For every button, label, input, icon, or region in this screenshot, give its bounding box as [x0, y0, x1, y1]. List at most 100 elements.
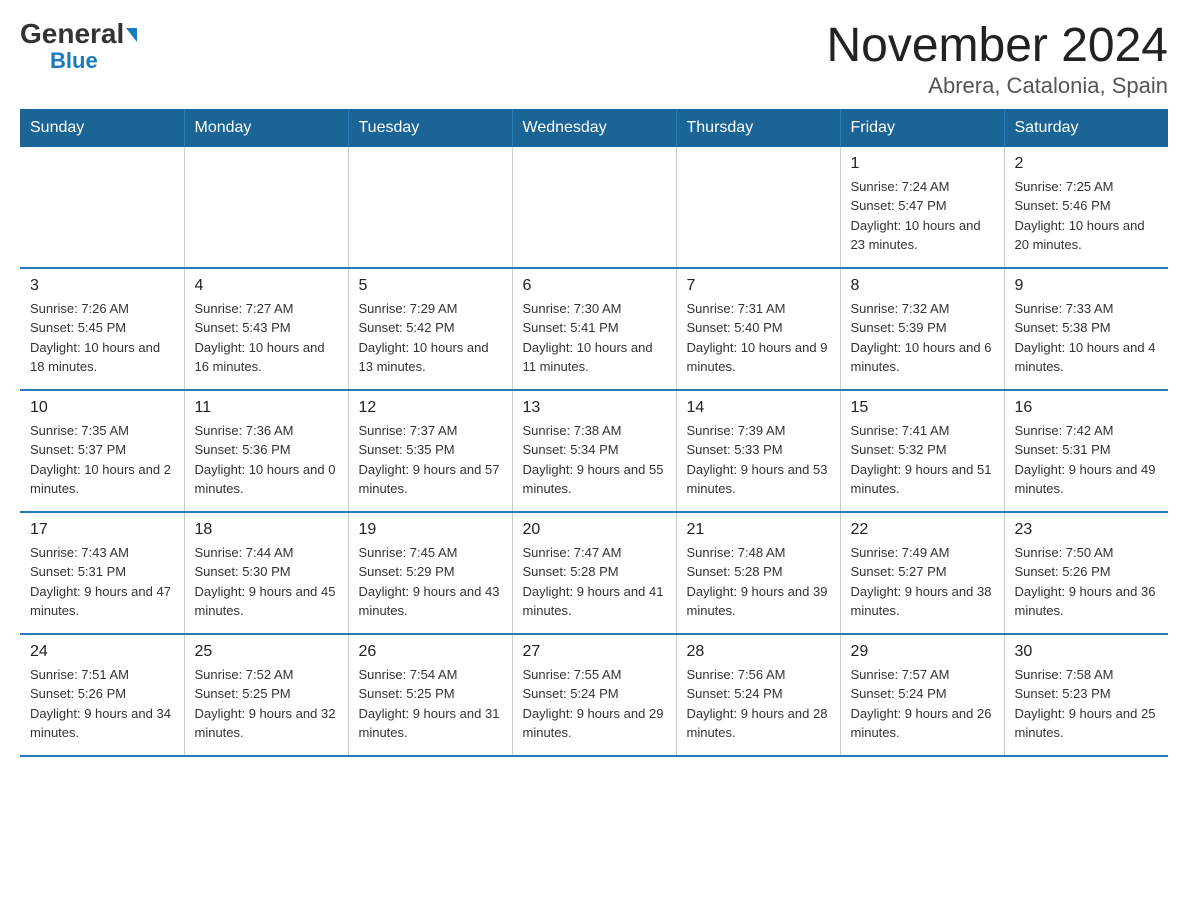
day-number: 22 — [851, 521, 994, 539]
day-number: 28 — [687, 643, 830, 661]
weekday-header-friday: Friday — [840, 109, 1004, 147]
calendar-day-cell: 1 Sunrise: 7:24 AMSunset: 5:47 PMDaylight… — [840, 147, 1004, 268]
weekday-header-thursday: Thursday — [676, 109, 840, 147]
calendar-day-cell: 14 Sunrise: 7:39 AMSunset: 5:33 PMDayligh… — [676, 390, 840, 512]
weekday-header-sunday: Sunday — [20, 109, 184, 147]
day-info: Sunrise: 7:36 AMSunset: 5:36 PMDaylight:… — [195, 421, 338, 499]
calendar-day-cell: 24 Sunrise: 7:51 AMSunset: 5:26 PMDayligh… — [20, 634, 184, 756]
day-info: Sunrise: 7:52 AMSunset: 5:25 PMDaylight:… — [195, 665, 338, 743]
calendar-day-cell: 29 Sunrise: 7:57 AMSunset: 5:24 PMDayligh… — [840, 634, 1004, 756]
calendar-day-cell — [20, 147, 184, 268]
calendar-day-cell: 6 Sunrise: 7:30 AMSunset: 5:41 PMDaylight… — [512, 268, 676, 390]
calendar-day-cell: 9 Sunrise: 7:33 AMSunset: 5:38 PMDaylight… — [1004, 268, 1168, 390]
day-info: Sunrise: 7:31 AMSunset: 5:40 PMDaylight:… — [687, 299, 830, 377]
day-number: 3 — [30, 277, 174, 295]
day-number: 8 — [851, 277, 994, 295]
day-info: Sunrise: 7:24 AMSunset: 5:47 PMDaylight:… — [851, 177, 994, 255]
calendar-week-row: 10Sunrise: 7:35 AMSunset: 5:37 PMDayligh… — [20, 390, 1168, 512]
day-number: 14 — [687, 399, 830, 417]
day-number: 2 — [1015, 155, 1159, 173]
day-number: 1 — [851, 155, 994, 173]
calendar-day-cell — [348, 147, 512, 268]
logo-triangle-icon — [126, 28, 137, 42]
calendar-day-cell: 21 Sunrise: 7:48 AMSunset: 5:28 PMDayligh… — [676, 512, 840, 634]
day-number: 30 — [1015, 643, 1159, 661]
day-info: Sunrise: 7:37 AMSunset: 5:35 PMDaylight:… — [359, 421, 502, 499]
day-info: Sunrise: 7:57 AMSunset: 5:24 PMDaylight:… — [851, 665, 994, 743]
day-number: 29 — [851, 643, 994, 661]
calendar-day-cell: 13 Sunrise: 7:38 AMSunset: 5:34 PMDayligh… — [512, 390, 676, 512]
calendar-day-cell: 17 Sunrise: 7:43 AMSunset: 5:31 PMDayligh… — [20, 512, 184, 634]
day-info: Sunrise: 7:45 AMSunset: 5:29 PMDaylight:… — [359, 543, 502, 621]
day-info: Sunrise: 7:32 AMSunset: 5:39 PMDaylight:… — [851, 299, 994, 377]
day-info: Sunrise: 7:56 AMSunset: 5:24 PMDaylight:… — [687, 665, 830, 743]
calendar-day-cell — [184, 147, 348, 268]
calendar-day-cell: 27 Sunrise: 7:55 AMSunset: 5:24 PMDayligh… — [512, 634, 676, 756]
day-number: 20 — [523, 521, 666, 539]
calendar-day-cell: 12 Sunrise: 7:37 AMSunset: 5:35 PMDayligh… — [348, 390, 512, 512]
day-info: Sunrise: 7:33 AMSunset: 5:38 PMDaylight:… — [1015, 299, 1159, 377]
day-number: 17 — [30, 521, 174, 539]
calendar-week-row: 1 Sunrise: 7:24 AMSunset: 5:47 PMDaylight… — [20, 147, 1168, 268]
weekday-header-wednesday: Wednesday — [512, 109, 676, 147]
calendar-day-cell: 16 Sunrise: 7:42 AMSunset: 5:31 PMDayligh… — [1004, 390, 1168, 512]
calendar-subtitle: Abrera, Catalonia, Spain — [826, 73, 1168, 99]
day-info: Sunrise: 7:38 AMSunset: 5:34 PMDaylight:… — [523, 421, 666, 499]
day-number: 9 — [1015, 277, 1159, 295]
day-info: Sunrise: 7:25 AMSunset: 5:46 PMDaylight:… — [1015, 177, 1159, 255]
weekday-header-row: SundayMondayTuesdayWednesdayThursdayFrid… — [20, 109, 1168, 147]
calendar-day-cell: 28 Sunrise: 7:56 AMSunset: 5:24 PMDayligh… — [676, 634, 840, 756]
calendar-day-cell: 23Sunrise: 7:50 AMSunset: 5:26 PMDayligh… — [1004, 512, 1168, 634]
day-info: Sunrise: 7:43 AMSunset: 5:31 PMDaylight:… — [30, 543, 174, 621]
weekday-header-monday: Monday — [184, 109, 348, 147]
day-number: 24 — [30, 643, 174, 661]
day-number: 13 — [523, 399, 666, 417]
calendar-day-cell: 7Sunrise: 7:31 AMSunset: 5:40 PMDaylight… — [676, 268, 840, 390]
calendar-day-cell: 10Sunrise: 7:35 AMSunset: 5:37 PMDayligh… — [20, 390, 184, 512]
calendar-day-cell: 11 Sunrise: 7:36 AMSunset: 5:36 PMDayligh… — [184, 390, 348, 512]
calendar-day-cell: 26 Sunrise: 7:54 AMSunset: 5:25 PMDayligh… — [348, 634, 512, 756]
logo-general-text: General — [20, 20, 137, 48]
day-info: Sunrise: 7:51 AMSunset: 5:26 PMDaylight:… — [30, 665, 174, 743]
day-info: Sunrise: 7:48 AMSunset: 5:28 PMDaylight:… — [687, 543, 830, 621]
day-number: 25 — [195, 643, 338, 661]
day-number: 12 — [359, 399, 502, 417]
calendar-day-cell: 3Sunrise: 7:26 AMSunset: 5:45 PMDaylight… — [20, 268, 184, 390]
day-number: 6 — [523, 277, 666, 295]
day-info: Sunrise: 7:30 AMSunset: 5:41 PMDaylight:… — [523, 299, 666, 377]
day-number: 18 — [195, 521, 338, 539]
logo-blue-text: Blue — [50, 48, 98, 74]
calendar-day-cell: 8 Sunrise: 7:32 AMSunset: 5:39 PMDaylight… — [840, 268, 1004, 390]
weekday-header-tuesday: Tuesday — [348, 109, 512, 147]
day-number: 26 — [359, 643, 502, 661]
day-number: 15 — [851, 399, 994, 417]
calendar-week-row: 17 Sunrise: 7:43 AMSunset: 5:31 PMDayligh… — [20, 512, 1168, 634]
calendar-day-cell: 5Sunrise: 7:29 AMSunset: 5:42 PMDaylight… — [348, 268, 512, 390]
calendar-day-cell: 18Sunrise: 7:44 AMSunset: 5:30 PMDayligh… — [184, 512, 348, 634]
weekday-header-saturday: Saturday — [1004, 109, 1168, 147]
day-info: Sunrise: 7:27 AMSunset: 5:43 PMDaylight:… — [195, 299, 338, 377]
logo: General Blue — [20, 20, 137, 74]
calendar-day-cell: 4 Sunrise: 7:27 AMSunset: 5:43 PMDaylight… — [184, 268, 348, 390]
day-number: 11 — [195, 399, 338, 417]
calendar-day-cell — [676, 147, 840, 268]
day-number: 16 — [1015, 399, 1159, 417]
calendar-week-row: 3Sunrise: 7:26 AMSunset: 5:45 PMDaylight… — [20, 268, 1168, 390]
calendar-table: SundayMondayTuesdayWednesdayThursdayFrid… — [20, 109, 1168, 757]
day-number: 5 — [359, 277, 502, 295]
calendar-day-cell: 19Sunrise: 7:45 AMSunset: 5:29 PMDayligh… — [348, 512, 512, 634]
day-number: 21 — [687, 521, 830, 539]
day-info: Sunrise: 7:49 AMSunset: 5:27 PMDaylight:… — [851, 543, 994, 621]
calendar-week-row: 24 Sunrise: 7:51 AMSunset: 5:26 PMDayligh… — [20, 634, 1168, 756]
calendar-day-cell — [512, 147, 676, 268]
day-info: Sunrise: 7:55 AMSunset: 5:24 PMDaylight:… — [523, 665, 666, 743]
day-info: Sunrise: 7:54 AMSunset: 5:25 PMDaylight:… — [359, 665, 502, 743]
day-number: 10 — [30, 399, 174, 417]
day-info: Sunrise: 7:42 AMSunset: 5:31 PMDaylight:… — [1015, 421, 1159, 499]
calendar-day-cell: 15Sunrise: 7:41 AMSunset: 5:32 PMDayligh… — [840, 390, 1004, 512]
day-number: 27 — [523, 643, 666, 661]
day-info: Sunrise: 7:39 AMSunset: 5:33 PMDaylight:… — [687, 421, 830, 499]
calendar-day-cell: 25 Sunrise: 7:52 AMSunset: 5:25 PMDayligh… — [184, 634, 348, 756]
page-header: General Blue November 2024 Abrera, Catal… — [20, 20, 1168, 99]
day-number: 4 — [195, 277, 338, 295]
